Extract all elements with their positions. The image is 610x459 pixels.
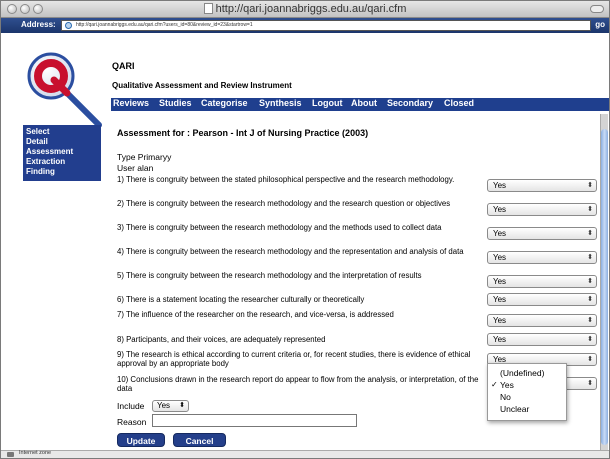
question-1-value: Yes [493,181,507,190]
select-arrow-icon: ⬍ [587,230,593,237]
question-7-select[interactable]: Yes ⬍ [487,314,597,327]
nav-reviews[interactable]: Reviews [113,98,149,108]
nav-about[interactable]: About [351,98,377,108]
side-menu: Select Detail Assessment Extraction Find… [23,125,101,181]
side-menu-select[interactable]: Select [26,127,101,137]
question-7-text: 7) The influence of the researcher on th… [117,310,394,319]
dropdown-option-undefined[interactable]: (Undefined) [500,368,544,378]
top-nav: Reviews Studies Categorise Synthesis Log… [111,98,609,111]
select-arrow-icon: ⬍ [587,356,593,363]
reason-label: Reason [117,417,147,427]
question-4-select[interactable]: Yes ⬍ [487,251,597,264]
dropdown-option-yes[interactable]: Yes [500,380,514,390]
question-7-value: Yes [493,316,507,325]
side-menu-detail[interactable]: Detail [26,137,101,147]
question-9-text: 9) The research is ethical according to … [117,350,471,368]
scrollbar-thumb[interactable] [601,129,608,445]
question-2-value: Yes [493,205,507,214]
dropdown-option-unclear[interactable]: Unclear [500,404,529,414]
status-bar: Internet zone [1,450,609,458]
go-button[interactable]: go [595,20,605,29]
zone-icon [7,452,14,457]
question-4-text: 4) There is congruity between the resear… [117,247,464,256]
select-arrow-icon: ⬍ [587,296,593,303]
select-arrow-icon: ⬍ [587,278,593,285]
assessment-heading: Assessment for : Pearson - Int J of Nurs… [117,128,369,138]
select-arrow-icon: ⬍ [587,336,593,343]
url-text: http://qari.joannabriggs.edu.au/qari.cfm… [76,22,253,28]
user-label: User alan [117,163,154,173]
question-6-value: Yes [493,295,507,304]
question-8-select[interactable]: Yes ⬍ [487,333,597,346]
window-title: http://qari.joannabriggs.edu.au/qari.cfm [215,3,407,15]
question-6-text: 6) There is a statement locating the res… [117,295,365,304]
question-2-text: 2) There is congruity between the resear… [117,199,451,208]
url-field[interactable]: http://qari.joannabriggs.edu.au/qari.cfm… [61,20,591,31]
update-button[interactable]: Update [117,433,165,447]
include-label: Include [117,401,145,411]
question-2-select[interactable]: Yes ⬍ [487,203,597,216]
question-5-select[interactable]: Yes ⬍ [487,275,597,288]
question-8-text: 8) Participants, and their voices, are a… [117,335,326,344]
app-subtitle: Qualitative Assessment and Review Instru… [112,81,292,90]
globe-icon [65,22,72,29]
toolbar-toggle-button[interactable] [590,5,604,13]
app-name: QARI [112,61,135,71]
select-arrow-icon: ⬍ [587,317,593,324]
question-8-value: Yes [493,335,507,344]
include-value: Yes [157,401,171,410]
question-4-value: Yes [493,253,507,262]
question-3-select[interactable]: Yes ⬍ [487,227,597,240]
select-arrow-icon: ⬍ [587,380,593,387]
question-1-select[interactable]: Yes ⬍ [487,179,597,192]
nav-secondary[interactable]: Secondary [387,98,433,108]
document-icon [203,3,213,14]
question-10-text: 10) Conclusions drawn in the research re… [117,375,479,393]
nav-logout[interactable]: Logout [312,98,343,108]
title-bar: http://qari.joannabriggs.edu.au/qari.cfm [1,1,609,18]
select-arrow-icon: ⬍ [587,254,593,261]
question-3-value: Yes [493,229,507,238]
question-5-text: 5) There is congruity between the resear… [117,271,422,280]
question-10-dropdown-menu: (Undefined) ✓ Yes No Unclear [487,363,567,421]
select-arrow-icon: ⬍ [587,206,593,213]
select-arrow-icon: ⬍ [179,402,185,409]
nav-closed[interactable]: Closed [444,98,474,108]
study-type: Type Primaryy [117,152,172,162]
address-label: Address: [21,20,56,29]
side-menu-assessment[interactable]: Assessment [26,147,101,157]
address-bar: Address: http://qari.joannabriggs.edu.au… [1,18,609,33]
question-1-text: 1) There is congruity between the stated… [117,175,455,184]
checkmark-icon: ✓ [491,380,498,389]
dropdown-option-no[interactable]: No [500,392,511,402]
qari-logo-icon [27,52,102,127]
question-5-value: Yes [493,277,507,286]
side-menu-extraction[interactable]: Extraction [26,157,101,167]
reason-input[interactable] [152,414,357,427]
question-3-text: 3) There is congruity between the resear… [117,223,442,232]
nav-categorise[interactable]: Categorise [201,98,248,108]
window-title-wrap: http://qari.joannabriggs.edu.au/qari.cfm [1,3,609,15]
browser-window: http://qari.joannabriggs.edu.au/qari.cfm… [0,0,610,459]
select-arrow-icon: ⬍ [587,182,593,189]
nav-synthesis[interactable]: Synthesis [259,98,302,108]
question-6-select[interactable]: Yes ⬍ [487,293,597,306]
side-menu-finding[interactable]: Finding [26,167,101,177]
nav-studies[interactable]: Studies [159,98,192,108]
cancel-button[interactable]: Cancel [173,433,226,447]
status-text: Internet zone [19,450,52,456]
include-select[interactable]: Yes ⬍ [152,400,189,412]
